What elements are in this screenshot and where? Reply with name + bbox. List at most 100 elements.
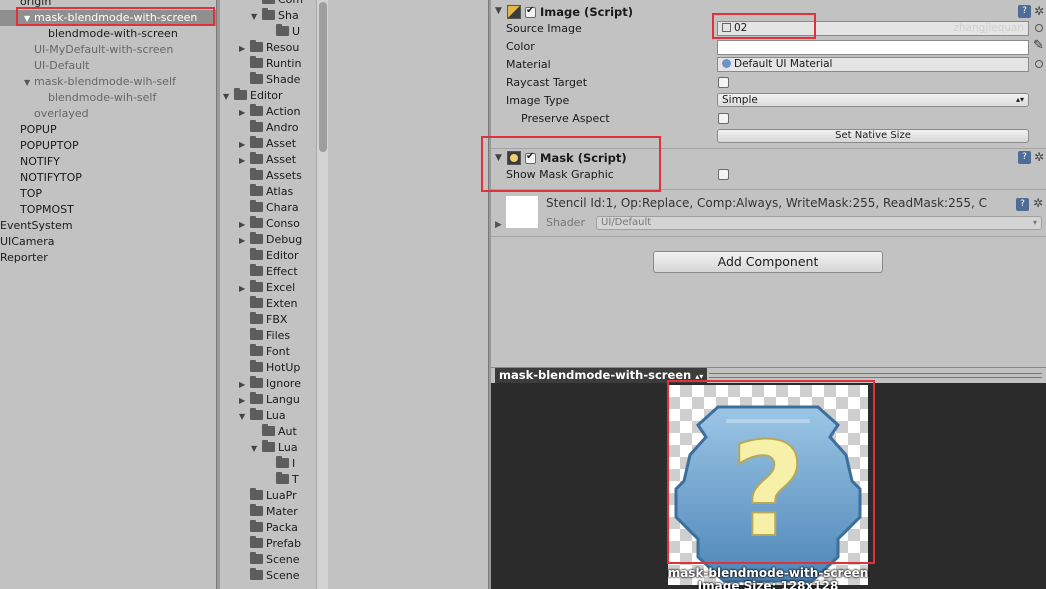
- help-icon[interactable]: ?: [1016, 198, 1029, 211]
- foldout-arrow-icon[interactable]: ▶: [239, 137, 250, 153]
- foldout-arrow-icon[interactable]: ▼: [495, 6, 502, 16]
- scrollbar-thumb[interactable]: [319, 2, 327, 152]
- material-field[interactable]: Default UI Material: [717, 57, 1029, 72]
- project-folder-item[interactable]: U: [265, 24, 300, 40]
- foldout-arrow-icon[interactable]: ▶: [239, 281, 250, 297]
- project-folder-item[interactable]: Com: [251, 0, 303, 8]
- project-folder-item[interactable]: T: [265, 472, 299, 488]
- project-folder-item[interactable]: Font: [239, 344, 290, 360]
- hierarchy-item[interactable]: EventSystem: [0, 218, 216, 234]
- set-native-size-button[interactable]: Set Native Size: [717, 129, 1029, 143]
- project-folder-item[interactable]: Chara: [239, 200, 299, 216]
- project-folder-item[interactable]: Shade: [239, 72, 300, 88]
- gear-icon[interactable]: ✲: [1033, 197, 1043, 210]
- foldout-arrow-icon[interactable]: ▶: [239, 105, 250, 121]
- hierarchy-item[interactable]: origin: [0, 0, 216, 10]
- preview-header[interactable]: mask-blendmode-with-screen ▴▾: [491, 367, 1046, 383]
- preview-title[interactable]: mask-blendmode-with-screen ▴▾: [495, 368, 708, 383]
- project-folder-item[interactable]: ▼ Editor: [223, 88, 283, 104]
- hierarchy-item[interactable]: UI-MyDefault-with-screen: [0, 42, 216, 58]
- project-folder-item[interactable]: ▼ Lua: [251, 440, 298, 456]
- preview-drag-bar[interactable]: [709, 373, 1042, 378]
- color-field[interactable]: [717, 40, 1029, 55]
- project-folder-item[interactable]: Exten: [239, 296, 298, 312]
- foldout-arrow-icon[interactable]: ▶: [239, 217, 250, 233]
- hierarchy-item[interactable]: TOPMOST: [0, 202, 216, 218]
- hierarchy-item[interactable]: TOP: [0, 186, 216, 202]
- mask-component-header[interactable]: ▼ Mask (Script) ? ✲: [491, 150, 1046, 168]
- project-folder-item[interactable]: ▶ Langu: [239, 392, 300, 408]
- hierarchy-item[interactable]: UICamera: [0, 234, 216, 250]
- project-folder-item[interactable]: ▶ Action: [239, 104, 300, 120]
- project-folder-item[interactable]: Scene: [239, 552, 300, 568]
- project-folder-item[interactable]: Effect: [239, 264, 298, 280]
- project-folder-item[interactable]: FBX: [239, 312, 287, 328]
- project-folder-item[interactable]: ▼ Lua: [239, 408, 286, 424]
- foldout-arrow-icon[interactable]: ▶: [239, 393, 250, 409]
- foldout-arrow-icon[interactable]: ▼: [24, 11, 34, 27]
- project-folder-item[interactable]: ▶ Excel: [239, 280, 295, 296]
- project-folder-item[interactable]: HotUp: [239, 360, 300, 376]
- foldout-arrow-icon[interactable]: ▼: [251, 441, 262, 457]
- project-folder-item[interactable]: ▶ Asset: [239, 152, 296, 168]
- foldout-arrow-icon[interactable]: ▶: [239, 233, 250, 249]
- foldout-arrow-icon[interactable]: ▶: [495, 220, 502, 230]
- mask-enabled-checkbox[interactable]: [525, 151, 536, 164]
- project-folder-item[interactable]: Files: [239, 328, 290, 344]
- help-icon[interactable]: ?: [1018, 151, 1031, 164]
- object-picker-button[interactable]: [1035, 24, 1043, 32]
- foldout-arrow-icon[interactable]: ▼: [251, 9, 262, 25]
- project-folder-item[interactable]: Editor: [239, 248, 299, 264]
- project-folder-item[interactable]: ▶ Ignore: [239, 376, 301, 392]
- project-folder-item[interactable]: Scene: [239, 568, 300, 584]
- image-enabled-checkbox[interactable]: [525, 5, 536, 18]
- project-folder-item[interactable]: Andro: [239, 120, 299, 136]
- foldout-arrow-icon[interactable]: ▶: [239, 153, 250, 169]
- project-folder-item[interactable]: Packa: [239, 520, 298, 536]
- project-folder-item[interactable]: Mater: [239, 504, 298, 520]
- foldout-arrow-icon[interactable]: ▼: [495, 153, 502, 163]
- hierarchy-item[interactable]: Reporter: [0, 250, 216, 266]
- hierarchy-item[interactable]: POPUP: [0, 122, 216, 138]
- hierarchy-item[interactable]: NOTIFYTOP: [0, 170, 216, 186]
- hierarchy-item[interactable]: blendmode-with-screen: [0, 26, 216, 42]
- hierarchy-item[interactable]: NOTIFY: [0, 154, 216, 170]
- foldout-arrow-icon[interactable]: ▼: [24, 75, 34, 91]
- image-type-dropdown[interactable]: Simple ▴▾: [717, 93, 1029, 107]
- project-folder-item[interactable]: Assets: [239, 168, 302, 184]
- hierarchy-item[interactable]: blendmode-wih-self: [0, 90, 216, 106]
- project-folder-item[interactable]: ▶ Asset: [239, 136, 296, 152]
- show-mask-graphic-checkbox[interactable]: [718, 169, 729, 180]
- hierarchy-item[interactable]: ▼ mask-blendmode-with-screen: [0, 10, 216, 26]
- source-image-field[interactable]: 02 zhangjiequan: [717, 21, 1029, 36]
- project-folder-item[interactable]: ▶ Debug: [239, 232, 302, 248]
- gear-icon[interactable]: ✲: [1034, 151, 1044, 164]
- shader-dropdown[interactable]: UI/Default ▾: [596, 216, 1042, 230]
- project-scrollbar[interactable]: [316, 0, 328, 589]
- hierarchy-item[interactable]: UI-Default: [0, 58, 216, 74]
- hierarchy-item[interactable]: overlayed: [0, 106, 216, 122]
- gear-icon[interactable]: ✲: [1034, 5, 1044, 18]
- preserve-aspect-checkbox[interactable]: [718, 113, 729, 124]
- project-folder-item[interactable]: ▼ Sha: [251, 8, 299, 24]
- eyedropper-icon[interactable]: ✎: [1033, 38, 1044, 53]
- material-preview-thumbnail[interactable]: [506, 196, 538, 228]
- project-folder-item[interactable]: Prefab: [239, 536, 301, 552]
- foldout-arrow-icon[interactable]: ▼: [239, 409, 250, 425]
- project-folder-item[interactable]: Aut: [251, 424, 297, 440]
- add-component-button[interactable]: Add Component: [653, 251, 883, 273]
- object-picker-button[interactable]: [1035, 60, 1043, 68]
- foldout-arrow-icon[interactable]: ▼: [223, 89, 234, 105]
- project-folder-item[interactable]: Runtin: [239, 56, 301, 72]
- project-folder-item[interactable]: ▶ Conso: [239, 216, 300, 232]
- project-folder-item[interactable]: I: [265, 456, 295, 472]
- image-component-header[interactable]: ▼ Image (Script) ? ✲: [491, 4, 1046, 22]
- project-folder-item[interactable]: Atlas: [239, 184, 293, 200]
- hierarchy-item[interactable]: ▼ mask-blendmode-wih-self: [0, 74, 216, 90]
- raycast-target-checkbox[interactable]: [718, 77, 729, 88]
- help-icon[interactable]: ?: [1018, 5, 1031, 18]
- foldout-arrow-icon[interactable]: ▶: [239, 41, 250, 57]
- hierarchy-item[interactable]: POPUPTOP: [0, 138, 216, 154]
- foldout-arrow-icon[interactable]: ▶: [239, 377, 250, 393]
- project-folder-item[interactable]: ▶ Resou: [239, 40, 299, 56]
